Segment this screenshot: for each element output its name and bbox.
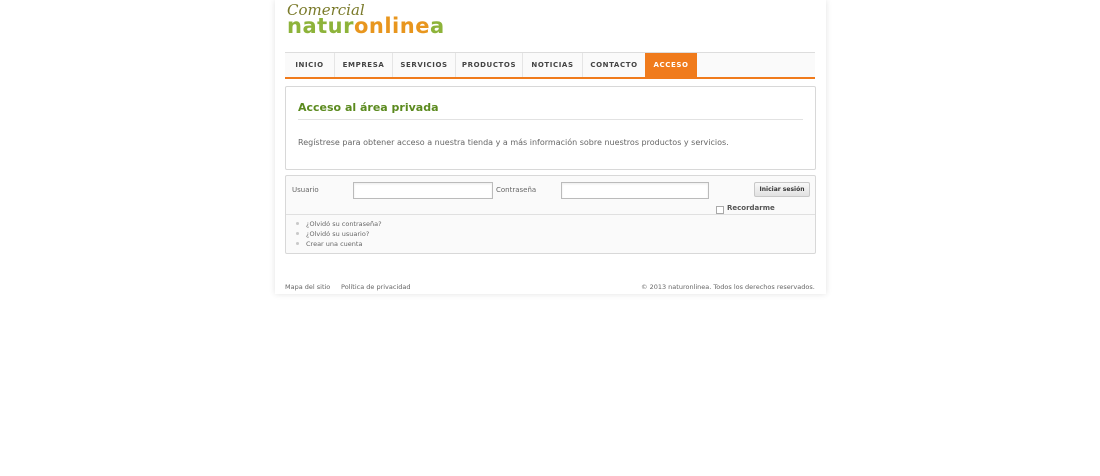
remember-me-checkbox[interactable] — [716, 206, 724, 214]
username-input[interactable] — [353, 182, 493, 199]
account-links: ¿Olvidó su contraseña? ¿Olvidó su usuari… — [294, 219, 382, 249]
nav-item-acceso[interactable]: ACCESO — [645, 53, 697, 77]
nav-item-inicio[interactable]: INICIO — [285, 53, 335, 77]
site-logo[interactable]: Comercial naturonlinea — [285, 1, 445, 38]
login-button[interactable]: Iniciar sesión — [754, 182, 810, 197]
password-label: Contraseña — [496, 186, 537, 194]
bullet-icon — [296, 222, 299, 225]
main-navigation: INICIO EMPRESA SERVICIOS PRODUCTOS NOTIC… — [285, 52, 815, 79]
password-input[interactable] — [561, 182, 709, 199]
login-form: Usuario Contraseña Iniciar sesión Record… — [285, 175, 816, 254]
footer-privacy-link[interactable]: Política de privacidad — [341, 283, 411, 291]
logo-brand-text: naturonlinea — [287, 14, 445, 38]
nav-item-servicios[interactable]: SERVICIOS — [393, 53, 456, 77]
create-account-link[interactable]: Crear una cuenta — [294, 239, 382, 249]
form-divider — [286, 214, 815, 215]
forgot-username-link[interactable]: ¿Olvidó su usuario? — [294, 229, 382, 239]
nav-item-noticias[interactable]: NOTICIAS — [523, 53, 583, 77]
nav-item-productos[interactable]: PRODUCTOS — [456, 53, 523, 77]
title-divider — [298, 119, 803, 120]
forgot-password-link[interactable]: ¿Olvidó su contraseña? — [294, 219, 382, 229]
username-label: Usuario — [292, 186, 319, 194]
bullet-icon — [296, 232, 299, 235]
footer-sitemap-link[interactable]: Mapa del sitio — [285, 283, 330, 291]
intro-panel: Acceso al área privada Regístrese para o… — [285, 86, 816, 170]
page-title: Acceso al área privada — [298, 101, 439, 114]
nav-item-contacto[interactable]: CONTACTO — [583, 53, 645, 77]
nav-item-empresa[interactable]: EMPRESA — [335, 53, 393, 77]
footer-copyright: © 2013 naturonlinea. Todos los derechos … — [641, 283, 815, 291]
intro-text: Regístrese para obtener acceso a nuestra… — [298, 138, 729, 147]
remember-me-label[interactable]: Recordarme — [727, 204, 775, 212]
bullet-icon — [296, 242, 299, 245]
